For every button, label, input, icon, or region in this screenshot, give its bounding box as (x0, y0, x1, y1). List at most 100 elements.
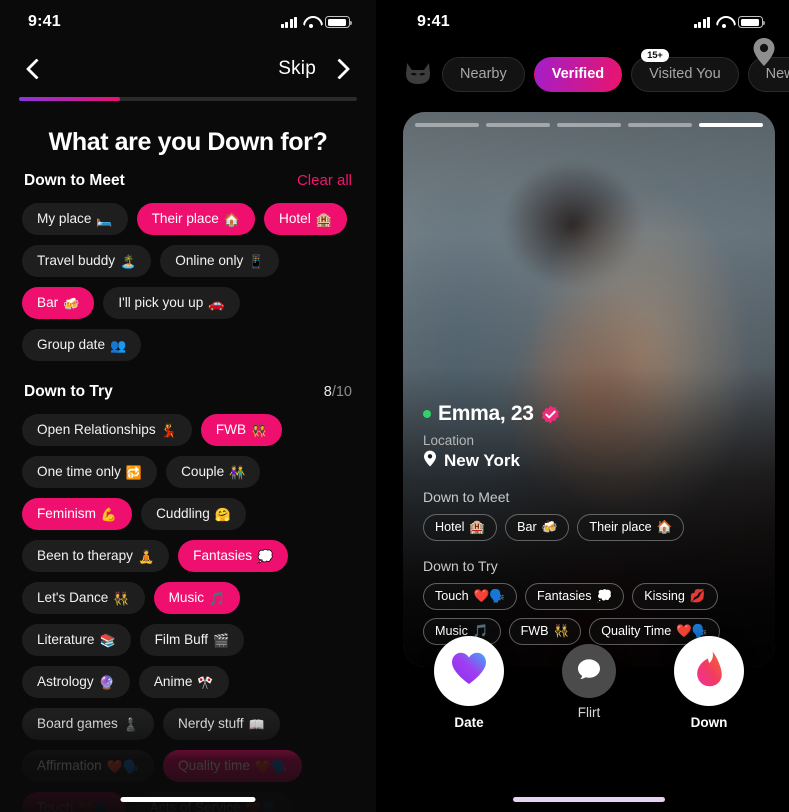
profile-info: Emma, 23 Location New York Down to Meet … (423, 402, 759, 645)
photo-segment[interactable] (628, 123, 692, 127)
clear-all-button[interactable]: Clear all (297, 172, 352, 189)
preference-chip-emoji-icon: 🍻 (63, 295, 80, 311)
onboarding-nav: Skip (0, 44, 376, 88)
preference-chip-emoji-icon: ❤️🗣️ (78, 800, 111, 812)
preference-chip-emoji-icon: 👫 (229, 464, 246, 480)
preference-chip[interactable]: One time only 🔂 (22, 456, 158, 488)
profile-tag-label: Kissing (644, 589, 685, 604)
preference-chip[interactable]: I'll pick you up 🚗 (103, 287, 240, 319)
preference-chip[interactable]: Astrology 🔮 (22, 666, 130, 698)
preference-chip[interactable]: Anime 🎌 (138, 666, 229, 698)
filter-chip-verified[interactable]: Verified (533, 56, 623, 92)
preference-chip-label: One time only (37, 464, 121, 480)
profile-tags-meet[interactable]: Hotel 🏨 Bar 🍻 Their place 🏠 (423, 514, 759, 541)
preference-chip-emoji-icon: 🛏️ (96, 211, 113, 227)
preference-chip[interactable]: Quality time ❤️🗣️ (163, 750, 303, 782)
section-title: Down to Meet (24, 172, 125, 189)
location-pin-icon[interactable] (751, 37, 777, 67)
chevron-left-icon[interactable] (22, 56, 48, 82)
preference-chip[interactable]: Group date 👥 (22, 329, 142, 361)
preference-chip[interactable]: Literature 📚 (22, 624, 131, 656)
preference-chip[interactable]: Fantasies 💭 (178, 540, 289, 572)
preference-chip[interactable]: Couple 👫 (166, 456, 261, 488)
skip-control[interactable]: Skip (278, 56, 354, 82)
photo-segment[interactable] (557, 123, 621, 127)
section-header-down-to-try: Down to Try 8/10 (0, 383, 376, 401)
preference-chip-emoji-icon: 🎬 (213, 632, 230, 648)
online-status-dot (423, 410, 431, 418)
flirt-button-circle[interactable] (562, 644, 616, 698)
profile-tag[interactable]: Kissing 💋 (632, 583, 718, 610)
preference-chip[interactable]: Been to therapy 🧘 (22, 540, 170, 572)
profile-location: New York (444, 451, 520, 470)
skip-button[interactable]: Skip (278, 58, 316, 80)
photo-segment[interactable] (415, 123, 479, 127)
preference-chip-emoji-icon: 🎌 (197, 674, 214, 690)
photo-progress-segments[interactable] (415, 123, 763, 127)
profile-card[interactable]: Emma, 23 Location New York Down to Meet … (403, 112, 775, 667)
preference-chip-emoji-icon: 🔮 (98, 674, 115, 690)
wifi-icon (716, 16, 732, 28)
profile-tag-emoji-icon: 🏠 (656, 520, 673, 535)
photo-segment[interactable] (486, 123, 550, 127)
chat-bubble-icon (577, 658, 601, 685)
down-button[interactable]: Down (674, 636, 744, 730)
filter-chip-visited-you[interactable]: Visited You 15+ (631, 48, 739, 92)
onboarding-screen: 9:41 Skip What are you Down for? Down to… (0, 0, 376, 812)
chip-group-down-to-try[interactable]: Open Relationships 💃 FWB 👯 One time only 🔂 Cou… (0, 401, 376, 812)
preference-chip-emoji-icon: 👯 (251, 422, 268, 438)
preference-chip-label: Quality time (178, 758, 250, 774)
preference-chip-emoji-icon: 📱 (248, 253, 265, 269)
preferences-scroll-area[interactable]: Down to Meet Clear all My place 🛏️ Their p… (0, 150, 376, 812)
preference-chip[interactable]: Film Buff 🎬 (139, 624, 245, 656)
preference-chip-emoji-icon: 💃 (160, 422, 177, 438)
card-section-title-meet: Down to Meet (423, 489, 510, 505)
preference-chip[interactable]: Feminism 💪 (22, 498, 133, 530)
location-pin-icon-small (423, 450, 437, 472)
preference-chip[interactable]: FWB 👯 (200, 414, 283, 446)
profile-tag[interactable]: Bar 🍻 (505, 514, 570, 541)
date-button[interactable]: Date (434, 636, 504, 730)
filter-chip-nearby[interactable]: Nearby (442, 56, 525, 92)
preference-chip[interactable]: Online only 📱 (160, 245, 280, 277)
profile-tag[interactable]: Hotel 🏨 (423, 514, 498, 541)
preference-chip-label: Been to therapy (37, 548, 133, 564)
preference-chip[interactable]: Cuddling 🤗 (141, 498, 246, 530)
app-root: 9:41 Skip What are you Down for? Down to… (0, 0, 789, 812)
profile-tag[interactable]: Their place 🏠 (577, 514, 685, 541)
preference-chip[interactable]: Their place 🏠 (136, 203, 256, 235)
preference-chip[interactable]: Music 🎵 (153, 582, 241, 614)
date-button-circle[interactable] (434, 636, 504, 706)
profile-tag-label: Their place (589, 520, 652, 535)
preference-chip[interactable]: Board games ♟️ (22, 708, 155, 740)
filter-chip-label: Nearby (460, 66, 507, 82)
profile-tag[interactable]: Fantasies 💭 (524, 583, 625, 610)
status-time: 9:41 (28, 13, 61, 30)
preference-chip[interactable]: Acts of Service ❤️🗣️ (134, 792, 293, 812)
profile-tag[interactable]: Touch ❤️🗣️ (423, 583, 517, 610)
preference-chip[interactable]: My place 🛏️ (22, 203, 128, 235)
preference-chip-label: Couple (181, 464, 225, 480)
status-icons (280, 16, 353, 28)
preference-chip-label: Bar (37, 295, 59, 311)
down-button-circle[interactable] (674, 636, 744, 706)
photo-segment[interactable] (699, 123, 763, 127)
chevron-right-icon[interactable] (328, 56, 354, 82)
status-bar-right: 9:41 (389, 0, 789, 44)
preference-chip[interactable]: Let's Dance 👯 (22, 582, 145, 614)
preference-chip[interactable]: Open Relationships 💃 (22, 414, 192, 446)
chip-group-down-to-meet[interactable]: My place 🛏️ Their place 🏠 Hotel 🏨 Travel buddy… (0, 190, 376, 361)
preference-chip[interactable]: Bar 🍻 (22, 287, 95, 319)
profile-tag-emoji-icon: ❤️🗣️ (473, 589, 505, 604)
preference-chip-label: Fantasies (193, 548, 253, 564)
profile-tag-label: Hotel (435, 520, 465, 535)
preference-chip[interactable]: Affirmation ❤️🗣️ (22, 750, 155, 782)
preference-chip[interactable]: Touch ❤️🗣️ (22, 792, 126, 812)
preference-chip[interactable]: Hotel 🏨 (264, 203, 347, 235)
profile-tag-emoji-icon: 🍻 (541, 520, 558, 535)
preference-chip[interactable]: Travel buddy 🏝️ (22, 245, 152, 277)
filter-bar[interactable]: Nearby Verified Visited You 15+ New Y (389, 44, 789, 96)
preference-chip[interactable]: Nerdy stuff 📖 (163, 708, 280, 740)
preference-chip-emoji-icon: 💪 (100, 506, 118, 522)
flirt-button[interactable]: Flirt (562, 636, 616, 720)
